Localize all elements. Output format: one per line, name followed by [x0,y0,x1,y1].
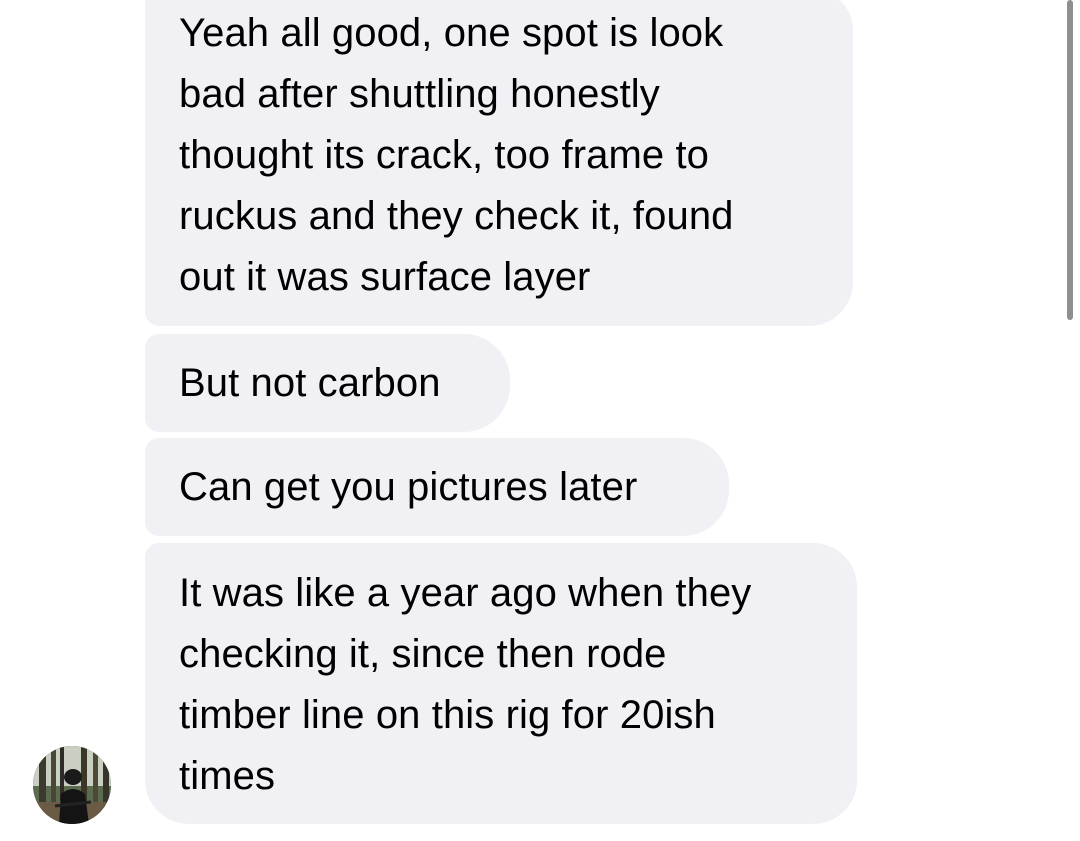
message-thread[interactable]: Yeah all good, one spot is look bad afte… [0,0,1080,841]
incoming-message-bubble[interactable]: But not carbon [145,334,510,432]
incoming-message-bubble[interactable]: Can get you pictures later [145,438,729,536]
scrollbar[interactable] [1067,0,1073,320]
avatar-photo-icon [33,746,111,824]
sender-avatar[interactable] [33,746,111,824]
incoming-message-bubble[interactable]: Yeah all good, one spot is look bad afte… [145,0,853,326]
incoming-message-bubble[interactable]: It was like a year ago when they checkin… [145,543,857,824]
